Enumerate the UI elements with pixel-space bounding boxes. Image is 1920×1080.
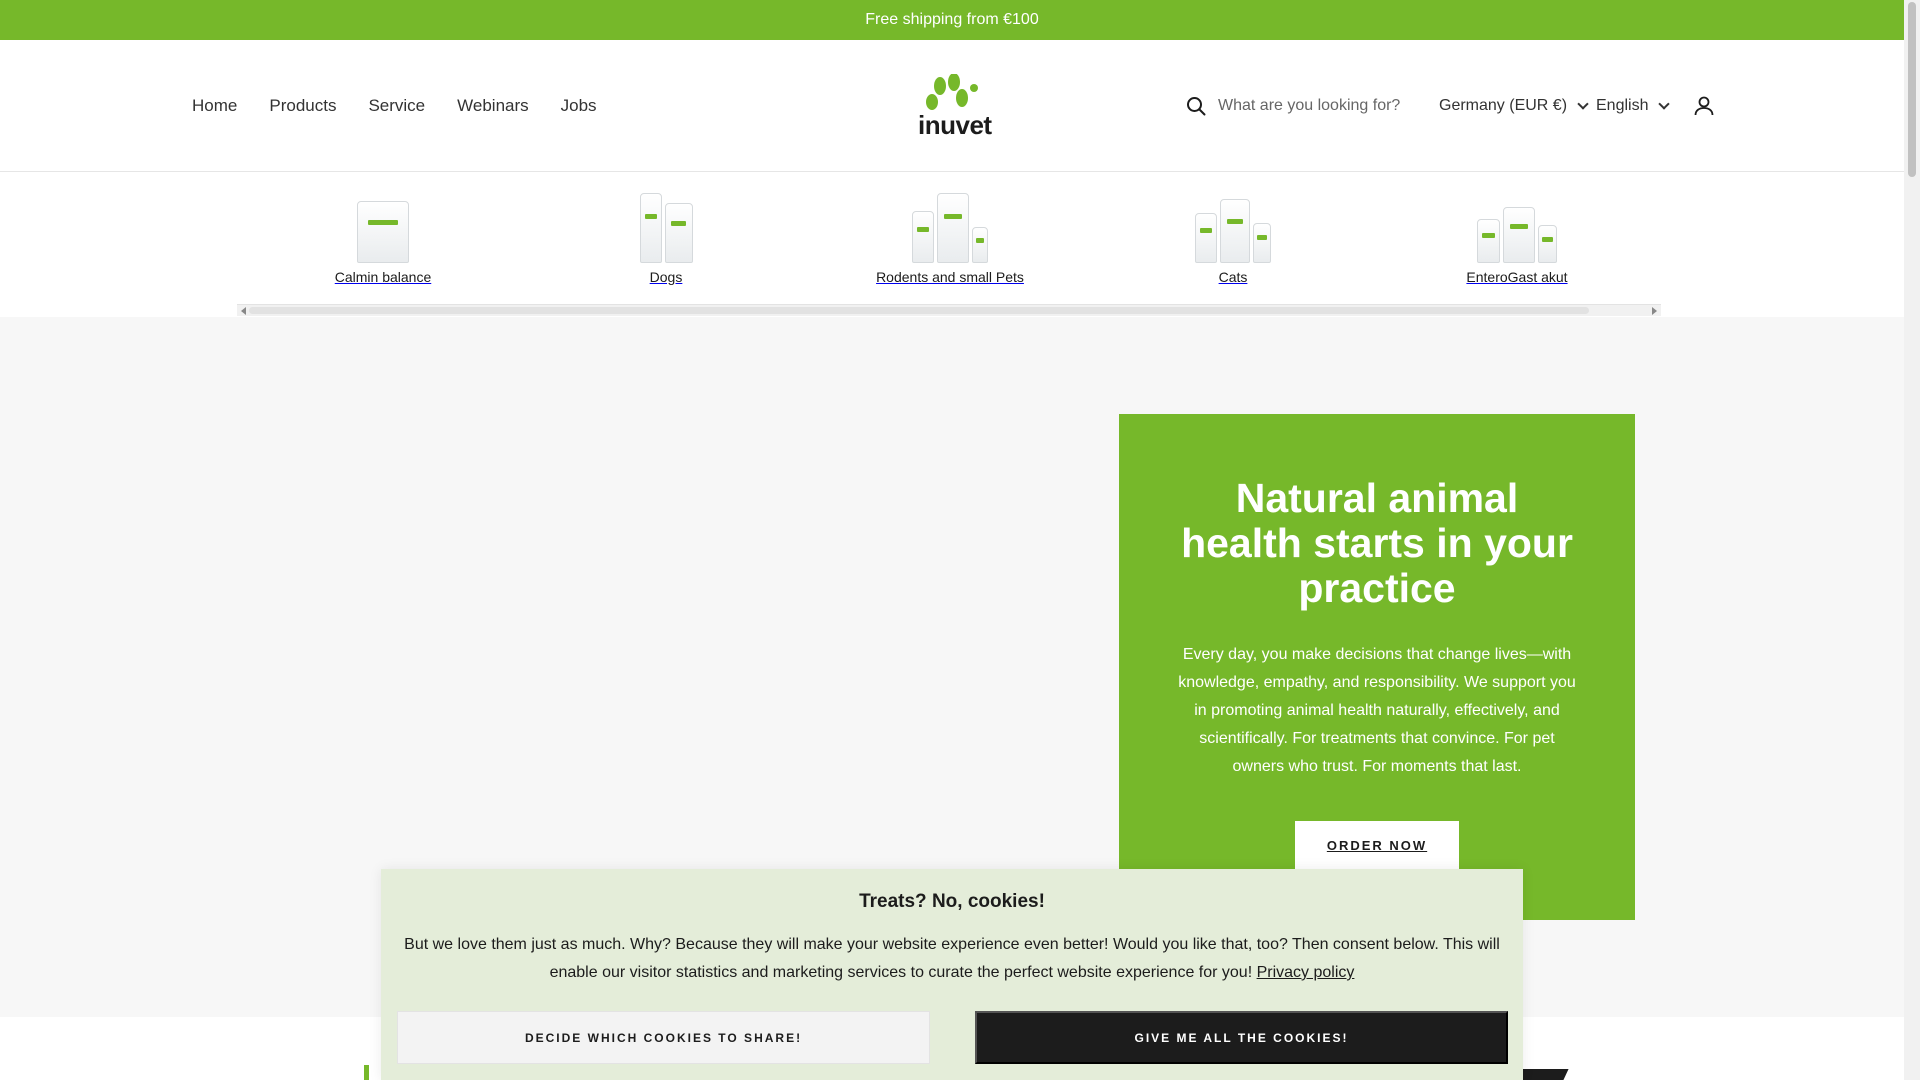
main-nav: Home Products Service Webinars Jobs — [192, 40, 597, 172]
hero-card: Natural animal health starts in your pra… — [1119, 414, 1635, 920]
nav-webinars[interactable]: Webinars — [457, 96, 529, 116]
collection-label: EnteroGast akut — [1466, 269, 1568, 285]
scrollbar-thumb[interactable] — [249, 307, 1589, 314]
language-selector[interactable]: English — [1596, 40, 1671, 172]
chevron-down-icon — [1658, 98, 1671, 110]
product-image — [1477, 191, 1557, 263]
collection-rodents-small-pets[interactable]: Rodents and small Pets — [850, 191, 1050, 285]
announcement-bar: Free shipping from €100 — [0, 0, 1904, 40]
country-selector[interactable]: Germany (EUR €) — [1439, 40, 1589, 172]
cookie-title: Treats? No, cookies! — [859, 891, 1045, 912]
product-image — [1193, 191, 1273, 263]
section-accent — [364, 1065, 369, 1080]
search-icon[interactable] — [1186, 96, 1206, 116]
cookie-banner: Treats? No, cookies! But we love them ju… — [381, 869, 1523, 1080]
arrow-left-icon[interactable] — [241, 307, 246, 315]
section-accent — [1517, 1069, 1569, 1080]
cookie-body: But we love them just as much. Why? Beca… — [397, 931, 1507, 987]
logo-wordmark: inuvet — [918, 110, 992, 140]
search-bar[interactable] — [1186, 40, 1418, 172]
search-input[interactable] — [1218, 97, 1418, 115]
collection-label: Cats — [1218, 269, 1248, 285]
hero-title: Natural animal health starts in your pra… — [1181, 475, 1573, 611]
user-icon[interactable] — [1692, 94, 1716, 118]
collection-enterogast-akut[interactable]: EnteroGast akut — [1417, 191, 1617, 285]
collection-calmin-balance[interactable]: Calmin balance — [283, 191, 483, 285]
nav-jobs[interactable]: Jobs — [561, 96, 597, 116]
nav-service[interactable]: Service — [368, 96, 425, 116]
page-scrollbar[interactable] — [1904, 0, 1920, 1080]
language-label: English — [1596, 97, 1649, 114]
decide-cookies-button[interactable]: DECIDE WHICH COOKIES TO SHARE! — [397, 1011, 930, 1064]
collection-label: Calmin balance — [334, 269, 432, 285]
accept-all-cookies-button[interactable]: GIVE ME ALL THE COOKIES! — [975, 1011, 1508, 1064]
paw-logo-icon — [926, 74, 978, 110]
collection-dogs[interactable]: Dogs — [566, 191, 766, 285]
page-scrollbar-thumb[interactable] — [1908, 2, 1916, 177]
nav-products[interactable]: Products — [269, 96, 336, 116]
announcement-text: Free shipping from €100 — [865, 11, 1039, 28]
order-now-button[interactable]: ORDER NOW — [1295, 821, 1459, 871]
collection-label: Dogs — [649, 269, 683, 285]
product-image — [626, 191, 706, 263]
country-label: Germany (EUR €) — [1439, 97, 1568, 114]
collection-cats[interactable]: Cats — [1133, 191, 1333, 285]
collection-carousel: Calmin balance Dogs Rodents and small Pe… — [0, 173, 1904, 317]
arrow-right-icon[interactable] — [1652, 307, 1657, 315]
product-image — [343, 191, 423, 263]
chevron-down-icon — [1577, 98, 1589, 110]
collection-label: Rodents and small Pets — [876, 269, 1024, 285]
site-header: Home Products Service Webinars Jobs inuv… — [0, 40, 1904, 172]
carousel-scrollbar[interactable] — [237, 304, 1661, 316]
privacy-policy-link[interactable]: Privacy policy — [1257, 964, 1355, 981]
product-image — [910, 191, 990, 263]
inuvet-logo[interactable]: inuvet — [918, 74, 992, 140]
nav-home[interactable]: Home — [192, 96, 237, 116]
hero-body: Every day, you make decisions that chang… — [1178, 646, 1576, 775]
